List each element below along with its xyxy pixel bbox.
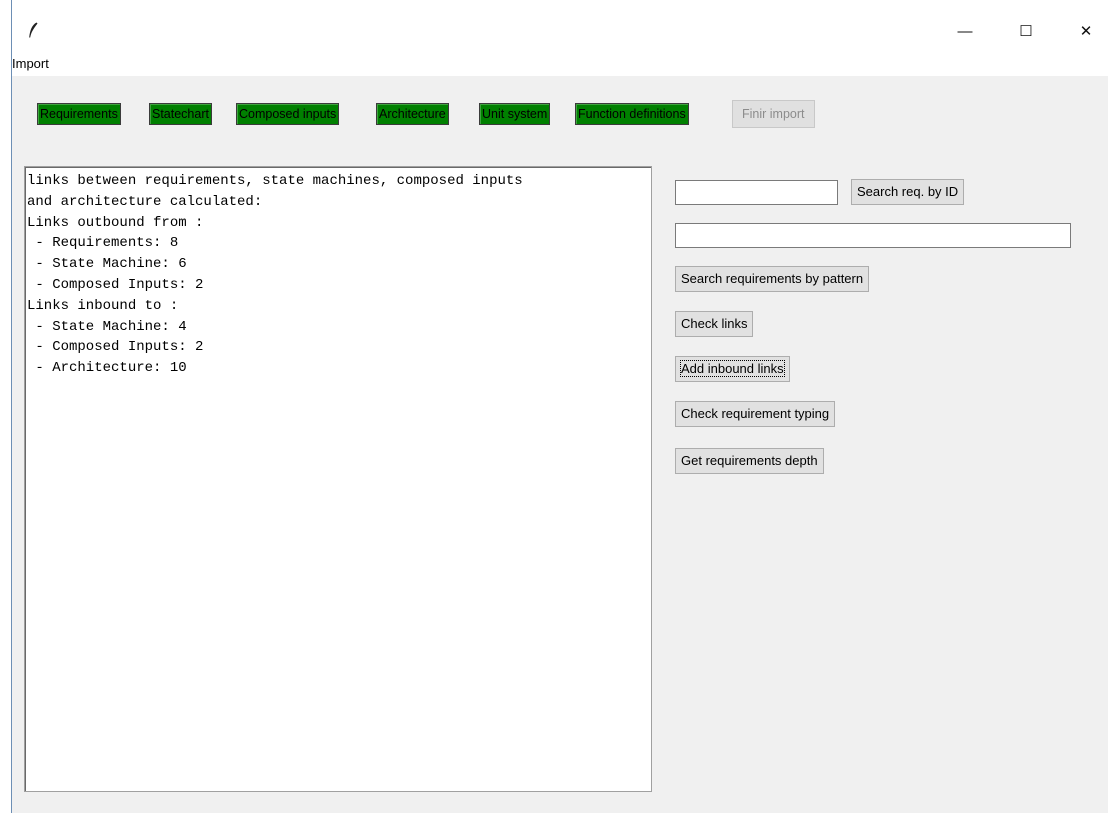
- function-definitions-button[interactable]: Function definitions: [575, 103, 689, 125]
- architecture-button[interactable]: Architecture: [376, 103, 449, 125]
- title-bar: — ☐ ✕: [12, 0, 1108, 48]
- search-by-id-label: Search req. by ID: [857, 184, 959, 199]
- requirements-button[interactable]: Requirements: [37, 103, 121, 125]
- menu-bar: Import: [12, 48, 1108, 76]
- menu-import[interactable]: Import: [12, 56, 49, 71]
- search-by-pattern-button[interactable]: Search requirements by pattern: [675, 266, 870, 292]
- check-requirement-typing-button[interactable]: Check requirement typing: [675, 401, 836, 427]
- search-by-id-button[interactable]: Search req. by ID: [851, 179, 965, 205]
- check-links-label: Check links: [681, 316, 748, 331]
- add-inbound-links-button[interactable]: Add inbound links: [675, 356, 790, 382]
- finir-import-button: Finir import: [732, 100, 815, 128]
- get-requirements-depth-button[interactable]: Get requirements depth: [675, 448, 824, 474]
- feather-icon: [29, 22, 38, 38]
- get-requirements-depth-label: Get requirements depth: [681, 453, 818, 468]
- statechart-button[interactable]: Statechart: [149, 103, 212, 125]
- composed-inputs-button[interactable]: Composed inputs: [236, 103, 340, 125]
- close-button[interactable]: ✕: [1063, 18, 1108, 44]
- search-pattern-input[interactable]: [675, 223, 1071, 248]
- app-window: — ☐ ✕ Import Requirements Statechart Com…: [11, 0, 1108, 813]
- output-textarea[interactable]: links between requirements, state machin…: [24, 166, 652, 792]
- check-links-button[interactable]: Check links: [675, 311, 754, 337]
- add-inbound-links-label: Add inbound links: [680, 360, 785, 377]
- minimize-button[interactable]: —: [942, 18, 988, 44]
- search-id-input[interactable]: [675, 180, 838, 205]
- search-by-pattern-label: Search requirements by pattern: [681, 271, 864, 286]
- check-requirement-typing-label: Check requirement typing: [681, 406, 830, 421]
- maximize-button[interactable]: ☐: [1003, 18, 1049, 44]
- unit-system-button[interactable]: Unit system: [479, 103, 551, 125]
